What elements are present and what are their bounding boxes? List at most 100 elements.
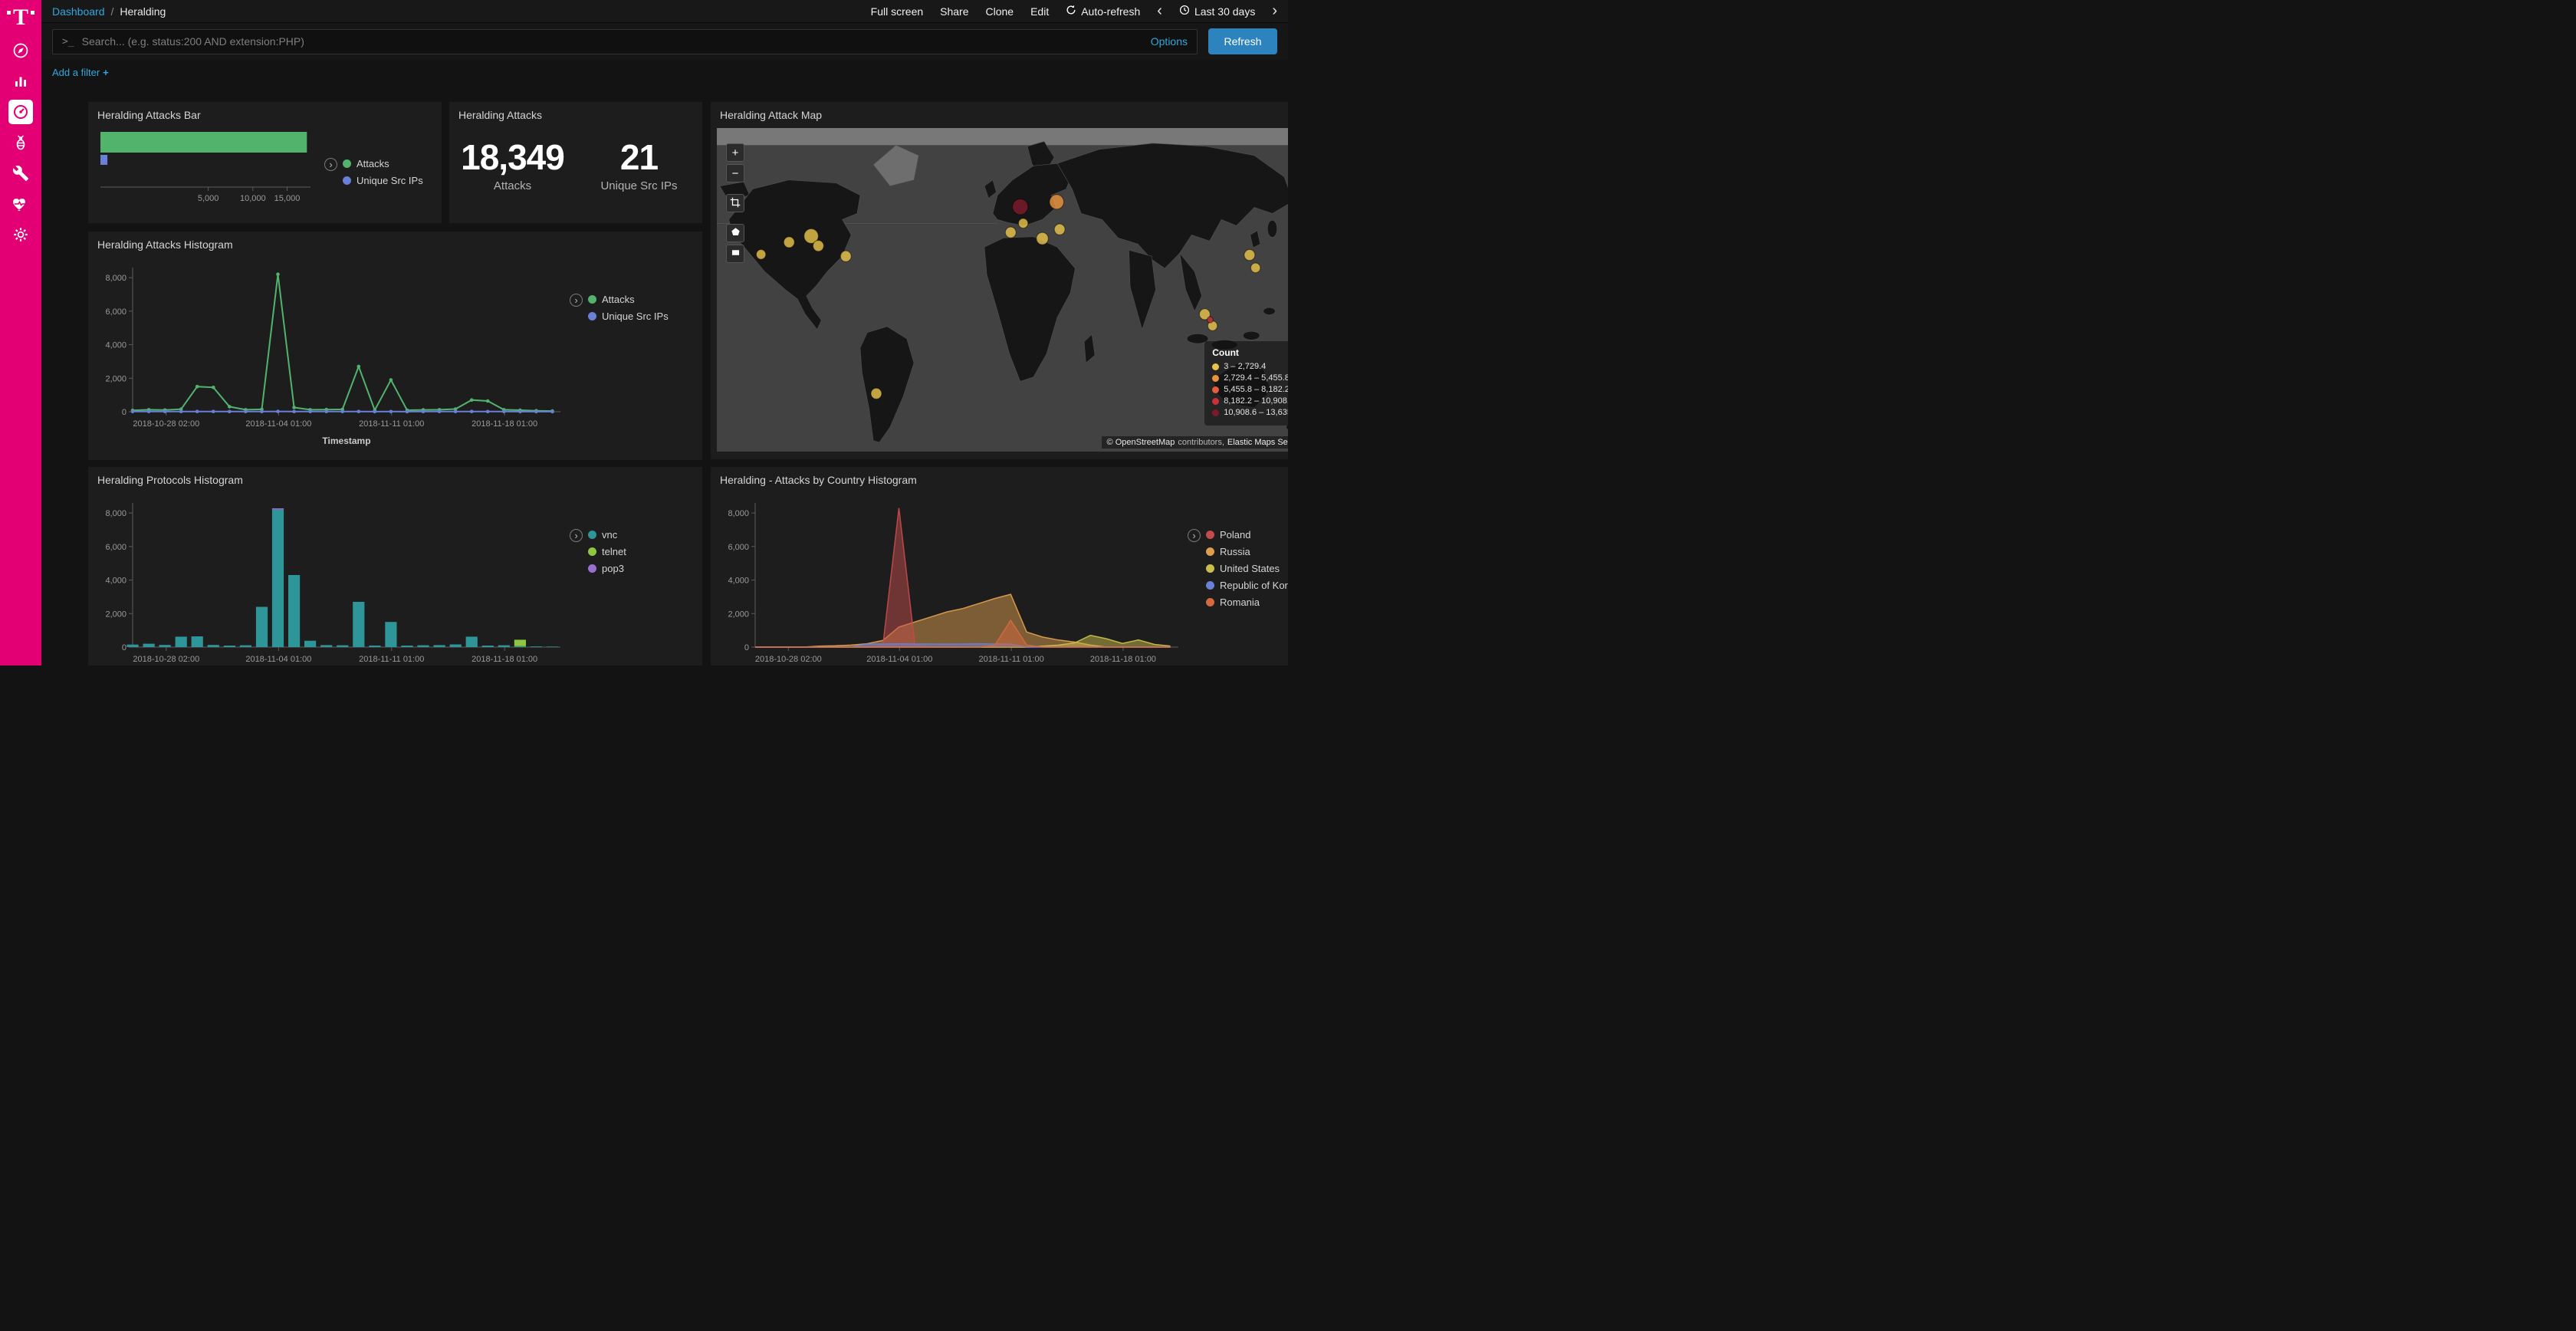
breadcrumb-dashboard-link[interactable]: Dashboard	[52, 5, 105, 18]
legend-swatch	[588, 547, 596, 556]
legend-item[interactable]: Republic of Korea	[1206, 580, 1288, 591]
panel-title: Heralding Protocols Histogram	[88, 467, 702, 489]
map-marker[interactable]	[784, 237, 794, 248]
full-screen-button[interactable]: Full screen	[871, 5, 923, 18]
heartbeat-icon	[12, 195, 30, 213]
edit-button[interactable]: Edit	[1030, 5, 1049, 18]
time-back-button[interactable]: ‹	[1157, 3, 1162, 18]
legend: › Attacks Unique Src IPs	[570, 294, 669, 450]
time-range-picker[interactable]: Last 30 days	[1179, 5, 1255, 18]
map-zoom-in-button[interactable]: +	[726, 143, 744, 162]
legend-swatch	[1206, 598, 1214, 606]
map-draw-polygon-button[interactable]	[726, 224, 744, 242]
attacks-histogram-chart[interactable]: 02,0004,0006,0008,0002018-10-28 02:00201…	[94, 257, 570, 450]
sidebar-item-management[interactable]	[8, 222, 33, 247]
map-marker[interactable]	[840, 251, 851, 261]
legend-toggle-icon[interactable]: ›	[324, 158, 337, 171]
elastic-maps-service-link[interactable]: Elastic Maps Service	[1227, 438, 1288, 447]
auto-refresh-label: Auto-refresh	[1081, 5, 1140, 18]
map-marker[interactable]	[813, 241, 823, 251]
add-filter-label: Add a filter	[52, 67, 100, 78]
legend-item[interactable]: telnet	[588, 546, 626, 557]
legend-item[interactable]: Attacks	[588, 294, 669, 305]
sidebar-item-discover[interactable]	[8, 38, 33, 63]
map-draw-rectangle-button[interactable]	[726, 245, 744, 263]
legend-swatch	[1206, 581, 1214, 590]
map-marker[interactable]	[1050, 195, 1064, 209]
logo-dot	[7, 11, 11, 15]
map-marker[interactable]	[1208, 317, 1214, 323]
panel-title: Heralding Attacks Histogram	[88, 232, 702, 254]
wrench-icon	[12, 165, 29, 182]
legend-swatch	[588, 295, 596, 304]
sidebar-item-monitoring[interactable]	[8, 192, 33, 216]
breadcrumb-current: Heralding	[120, 5, 166, 18]
map-marker[interactable]	[756, 249, 765, 259]
sidebar-item-devtools[interactable]	[8, 161, 33, 186]
map-marker[interactable]	[1013, 199, 1028, 215]
sidebar-item-dashboard[interactable]	[8, 100, 33, 124]
add-filter-link[interactable]: Add a filter+	[52, 67, 109, 78]
clone-button[interactable]: Clone	[986, 5, 1014, 18]
map-legend-title: Count	[1212, 347, 1288, 358]
svg-text:2018-10-28 02:00: 2018-10-28 02:00	[133, 419, 199, 429]
legend-item[interactable]: Poland	[1206, 529, 1288, 541]
legend-item[interactable]: United States	[1206, 563, 1288, 574]
legend-item[interactable]: Unique Src IPs	[588, 311, 669, 322]
svg-text:6,000: 6,000	[105, 307, 127, 317]
svg-text:2,000: 2,000	[105, 610, 127, 619]
svg-text:2018-11-18 01:00: 2018-11-18 01:00	[472, 655, 537, 664]
world-map	[717, 128, 1288, 452]
legend-item[interactable]: Attacks	[343, 158, 423, 169]
legend-label: Romania	[1220, 596, 1260, 608]
telekom-logo[interactable]: T	[7, 8, 34, 28]
legend-label: vnc	[602, 529, 617, 541]
protocols-histogram-chart[interactable]: 02,0004,0006,0008,0002018-10-28 02:00201…	[94, 492, 570, 666]
legend-toggle-icon[interactable]: ›	[570, 294, 583, 307]
crop-icon	[730, 197, 741, 210]
logo-t: T	[13, 8, 28, 28]
attack-map-canvas[interactable]: + − Count 3 – 2,729.42,729.4 – 5,455.85,…	[717, 128, 1288, 452]
country-histogram-chart[interactable]: 02,0004,0006,0008,0002018-10-28 02:00201…	[717, 492, 1188, 666]
map-marker[interactable]	[871, 388, 882, 399]
sidebar-item-visualize[interactable]	[8, 69, 33, 94]
legend-toggle-icon[interactable]: ›	[570, 529, 583, 542]
time-forward-button[interactable]: ›	[1272, 3, 1277, 18]
query-bar: >_ Options Refresh	[41, 23, 1288, 60]
legend-swatch	[1206, 547, 1214, 556]
refresh-button[interactable]: Refresh	[1208, 28, 1277, 54]
legend-item[interactable]: Unique Src IPs	[343, 175, 423, 186]
panel-title: Heralding Attacks Bar	[88, 102, 442, 124]
share-button[interactable]: Share	[940, 5, 968, 18]
map-zoom-out-button[interactable]: −	[726, 164, 744, 182]
panel-title: Heralding Attack Map	[711, 102, 1288, 124]
openstreetmap-link[interactable]: © OpenStreetMap	[1107, 438, 1175, 447]
legend-swatch	[588, 531, 596, 539]
metric-value: 21	[576, 136, 702, 178]
legend-toggle-icon[interactable]: ›	[1188, 529, 1201, 542]
svg-text:0: 0	[122, 408, 127, 417]
search-input[interactable]	[82, 35, 1143, 48]
svg-text:0: 0	[744, 643, 749, 652]
map-marker[interactable]	[1018, 219, 1027, 228]
legend-item[interactable]: vnc	[588, 529, 626, 541]
map-marker[interactable]	[1054, 224, 1065, 235]
map-marker[interactable]	[1250, 263, 1260, 273]
map-marker[interactable]	[1244, 249, 1255, 260]
legend-item[interactable]: Russia	[1206, 546, 1288, 557]
legend: › Attacks Unique Src IPs	[324, 158, 423, 213]
sidebar-item-tpot[interactable]	[8, 130, 33, 155]
compass-icon	[12, 41, 30, 60]
metric-label: Unique Src IPs	[576, 179, 702, 192]
query-options-link[interactable]: Options	[1151, 35, 1188, 48]
legend-item[interactable]: Romania	[1206, 596, 1288, 608]
search-box[interactable]: >_ Options	[52, 29, 1198, 54]
map-marker[interactable]	[1005, 227, 1016, 238]
legend-item[interactable]: pop3	[588, 563, 626, 574]
map-fit-bounds-button[interactable]	[726, 194, 744, 212]
map-marker[interactable]	[1037, 232, 1049, 245]
panel-title: Heralding Attacks	[449, 102, 702, 124]
svg-text:8,000: 8,000	[105, 274, 127, 283]
auto-refresh-button[interactable]: Auto-refresh	[1066, 5, 1140, 18]
attacks-bar-chart[interactable]: 5,00010,00015,000	[94, 127, 324, 213]
